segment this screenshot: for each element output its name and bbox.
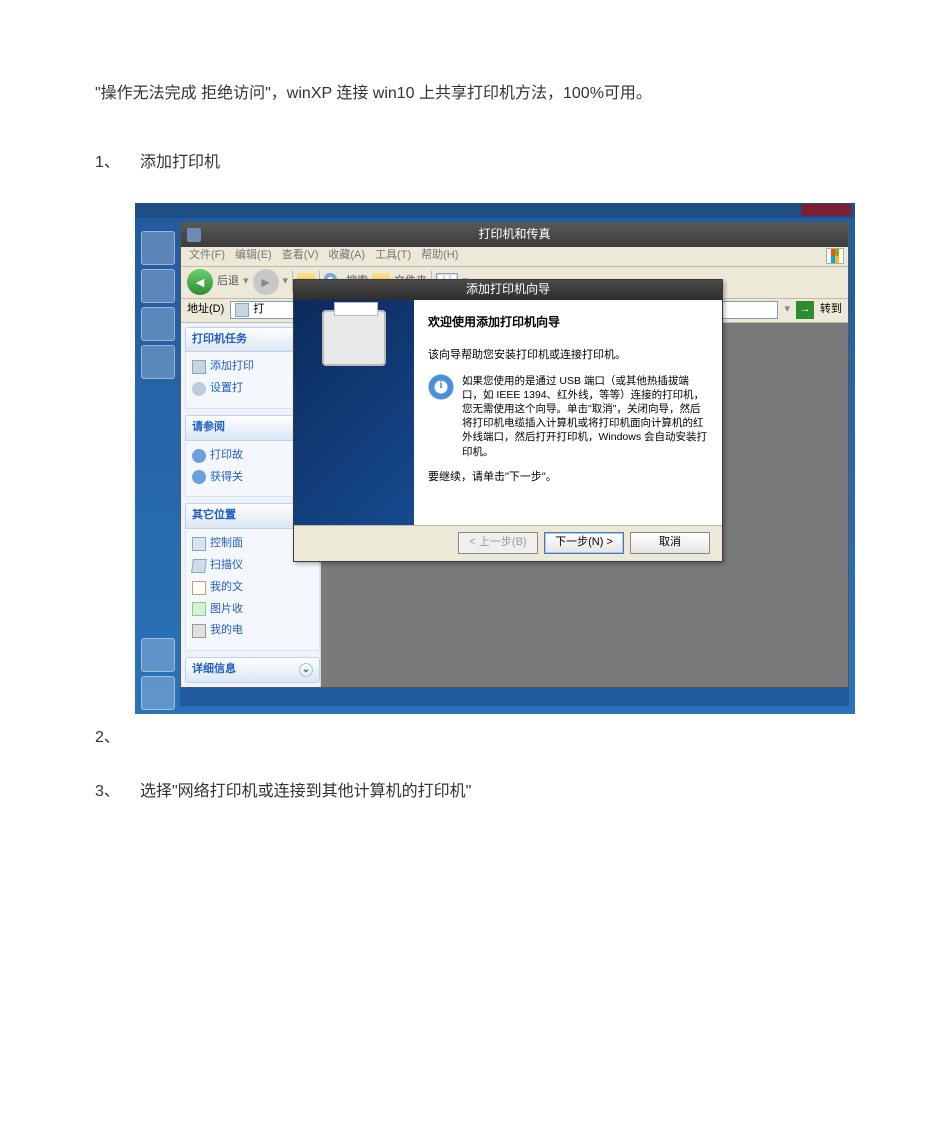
link-my-documents[interactable]: 我的文	[192, 577, 313, 599]
screenshot: 打印机和传真 文件(F) 编辑(E) 查看(V) 收藏(A) 工具(T) 帮助(…	[135, 203, 855, 714]
cancel-button[interactable]: 取消	[630, 532, 710, 554]
wizard-banner	[294, 300, 414, 525]
back-button[interactable]: ◄	[187, 269, 213, 295]
printer-large-icon	[322, 310, 386, 366]
desktop-icon[interactable]	[141, 638, 175, 672]
wizard-titlebar: 添加打印机向导	[294, 280, 722, 300]
help-icon	[192, 449, 206, 463]
window-title: 打印机和传真	[478, 224, 550, 246]
menu-help[interactable]: 帮助(H)	[417, 246, 462, 266]
menu-file[interactable]: 文件(F)	[185, 246, 229, 266]
step-1-number: 1、	[95, 149, 140, 178]
pictures-icon	[192, 602, 206, 616]
go-label: 转到	[820, 300, 842, 320]
add-printer-wizard: 添加打印机向导 欢迎使用添加打印机向导 该向导帮助您安装打印机或连接打印机。	[293, 279, 723, 562]
intro-paragraph: "操作无法完成 拒绝访问"，winXP 连接 win10 上共享打印机方法，10…	[95, 80, 850, 109]
back-label: 后退	[217, 272, 239, 292]
explorer-window: 打印机和传真 文件(F) 编辑(E) 查看(V) 收藏(A) 工具(T) 帮助(…	[180, 222, 849, 688]
gear-icon	[192, 382, 206, 396]
desktop-icon[interactable]	[141, 676, 175, 710]
menu-favorites[interactable]: 收藏(A)	[324, 246, 369, 266]
wizard-heading: 欢迎使用添加打印机向导	[428, 312, 708, 334]
explorer-content: 添加打印机向导 欢迎使用添加打印机向导 该向导帮助您安装打印机或连接打印机。	[321, 323, 848, 687]
address-label: 地址(D)	[187, 300, 224, 320]
menu-view[interactable]: 查看(V)	[278, 246, 323, 266]
help-icon	[192, 470, 206, 484]
step-3-text: 选择"网络打印机或连接到其他计算机的打印机"	[140, 778, 850, 807]
printer-folder-icon	[235, 303, 249, 317]
menu-edit[interactable]: 编辑(E)	[231, 246, 276, 266]
control-panel-icon	[192, 537, 206, 551]
desktop-icon[interactable]	[141, 307, 175, 341]
back-step-button: < 上一步(B)	[458, 532, 538, 554]
go-button[interactable]: →	[796, 301, 814, 319]
wizard-line-2: 要继续，请单击"下一步"。	[428, 469, 708, 486]
wizard-info-text: 如果您使用的是通过 USB 端口（或其他热插拔端口，如 IEEE 1394、红外…	[462, 374, 708, 459]
step-3-number: 3、	[95, 778, 140, 807]
printer-icon	[192, 360, 206, 374]
desktop-icon[interactable]	[141, 345, 175, 379]
desktop-icon[interactable]	[141, 269, 175, 303]
tray-widget	[801, 204, 851, 216]
desktop-icons-column	[139, 231, 177, 710]
wizard-line-1: 该向导帮助您安装打印机或连接打印机。	[428, 347, 708, 364]
chevron-down-icon: ⌄	[299, 663, 313, 677]
menubar: 文件(F) 编辑(E) 查看(V) 收藏(A) 工具(T) 帮助(H)	[181, 247, 848, 267]
menu-tools[interactable]: 工具(T)	[371, 246, 415, 266]
link-my-pictures[interactable]: 图片收	[192, 599, 313, 621]
explorer-titlebar: 打印机和传真	[181, 223, 848, 247]
address-value: 打	[253, 301, 264, 319]
window-icon	[187, 228, 201, 242]
desktop-icon[interactable]	[141, 231, 175, 265]
computer-icon	[192, 624, 206, 638]
link-my-computer[interactable]: 我的电	[192, 620, 313, 642]
step-1-text: 添加打印机	[140, 149, 850, 178]
explorer-bottom-edge	[180, 688, 849, 706]
windows-flag-icon	[826, 248, 844, 264]
details-header[interactable]: 详细信息 ⌄	[185, 657, 320, 683]
info-icon	[428, 374, 454, 400]
next-step-button[interactable]: 下一步(N) >	[544, 532, 624, 554]
desktop-top-strip	[135, 203, 855, 218]
documents-icon	[192, 581, 206, 595]
scanner-icon	[191, 559, 207, 573]
step-2-number: 2、	[95, 724, 140, 753]
wizard-button-row: < 上一步(B) 下一步(N) > 取消	[294, 525, 722, 561]
forward-button[interactable]: ►	[253, 269, 279, 295]
